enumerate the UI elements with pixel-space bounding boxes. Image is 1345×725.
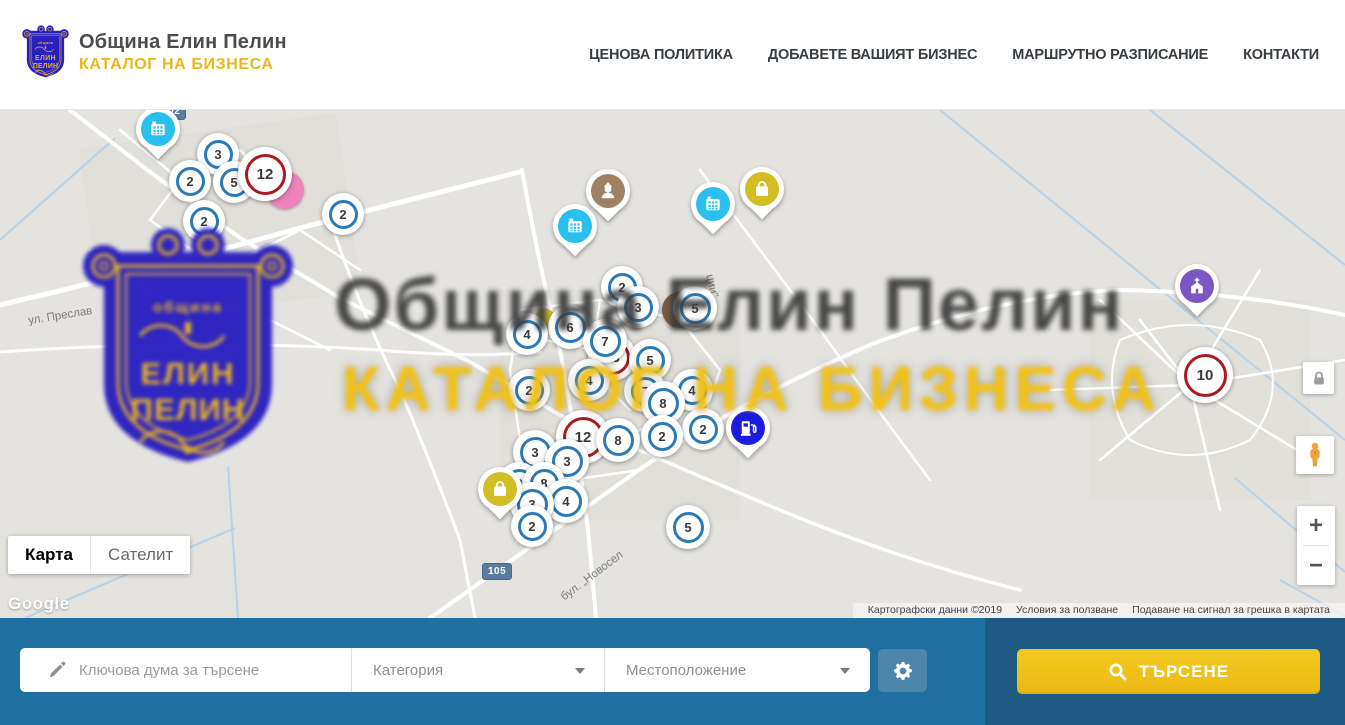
- nav-item-contacts[interactable]: КОНТАКТИ: [1243, 47, 1319, 63]
- zoom-out-button[interactable]: −: [1297, 546, 1335, 585]
- pegman-street-view-button[interactable]: [1296, 436, 1334, 474]
- google-logo[interactable]: Google: [8, 594, 70, 614]
- location-dropdown-label: Местоположение: [626, 662, 746, 679]
- report-error-link[interactable]: Подаване на сигнал за грешка в картата: [1125, 604, 1337, 616]
- building-icon: [696, 187, 730, 221]
- category-dropdown-label: Категория: [373, 662, 443, 679]
- header: Община Елин Пелин КАТАЛОГ НА БИЗНЕСА ЦЕН…: [0, 0, 1345, 110]
- search-button-label: ТЪРСЕНЕ: [1139, 662, 1229, 682]
- municipality-crest-icon: [22, 24, 69, 80]
- nav-item-schedule[interactable]: МАРШРУТНО РАЗПИСАНИЕ: [1012, 47, 1208, 63]
- pegman-icon: [1304, 442, 1326, 468]
- category-pin-marker[interactable]: [1175, 264, 1219, 320]
- category-pin-marker[interactable]: [586, 169, 630, 225]
- map-copyright: Картографски данни ©2019: [861, 604, 1009, 616]
- chevron-down-icon: [575, 668, 585, 674]
- category-pin-marker[interactable]: [136, 110, 180, 163]
- category-pin-marker[interactable]: [740, 167, 784, 223]
- category-dropdown[interactable]: Категория: [352, 648, 605, 692]
- church-icon: [1180, 269, 1214, 303]
- bag-icon: [745, 172, 779, 206]
- worker-icon: [591, 174, 625, 208]
- nav-item-pricing[interactable]: ЦЕНОВА ПОЛИТИКА: [589, 47, 733, 63]
- category-pin-marker[interactable]: [478, 467, 522, 523]
- lock-icon: [1310, 369, 1328, 387]
- zoom-control: + −: [1297, 506, 1335, 585]
- chevron-down-icon: [840, 668, 850, 674]
- map-type-control: Карта Сателит: [8, 536, 190, 574]
- map-attribution: Картографски данни ©2019 Условия за полз…: [853, 603, 1345, 618]
- lock-control-button[interactable]: [1303, 362, 1334, 394]
- search-submit-button[interactable]: ТЪРСЕНЕ: [1017, 649, 1320, 694]
- keyword-search-input[interactable]: [79, 662, 341, 679]
- advanced-settings-button[interactable]: [878, 649, 927, 692]
- category-pin-marker[interactable]: [691, 182, 735, 238]
- category-pin-marker[interactable]: [726, 406, 770, 462]
- map-type-map-button[interactable]: Карта: [8, 536, 90, 574]
- zoom-in-button[interactable]: +: [1297, 506, 1335, 545]
- main-nav: ЦЕНОВА ПОЛИТИКА ДОБАВЕТЕ ВАШИЯТ БИЗНЕС М…: [589, 0, 1319, 110]
- brand-logo-link[interactable]: Община Елин Пелин КАТАЛОГ НА БИЗНЕСА: [22, 24, 287, 80]
- keyword-section: [20, 648, 352, 692]
- nav-item-add-business[interactable]: ДОБАВЕТЕ ВАШИЯТ БИЗНЕС: [768, 47, 977, 63]
- fuel-icon: [731, 411, 765, 445]
- page: Община Елин Пелин КАТАЛОГ НА БИЗНЕСА ЦЕН…: [0, 0, 1345, 725]
- site-subtitle: КАТАЛОГ НА БИЗНЕСА: [79, 56, 287, 74]
- site-title: Община Елин Пелин: [79, 31, 287, 54]
- search-icon: [1108, 662, 1127, 681]
- terms-link[interactable]: Условия за ползване: [1009, 604, 1125, 616]
- brand-text: Община Елин Пелин КАТАЛОГ НА БИЗНЕСА: [79, 31, 287, 74]
- pencil-icon: [47, 660, 67, 680]
- map-type-satellite-button[interactable]: Сателит: [90, 536, 190, 574]
- google-map[interactable]: 6002 105 ул. Преслав ции" бул. „Новосел …: [0, 110, 1345, 618]
- location-dropdown[interactable]: Местоположение: [605, 648, 869, 692]
- search-bar: Категория Местоположение ТЪРСЕНЕ: [0, 618, 1345, 725]
- gear-icon: [892, 660, 914, 682]
- search-fields-group: Категория Местоположение: [20, 648, 870, 692]
- pin-layer: [0, 110, 1345, 618]
- bag-icon: [483, 472, 517, 506]
- building-icon: [141, 112, 175, 146]
